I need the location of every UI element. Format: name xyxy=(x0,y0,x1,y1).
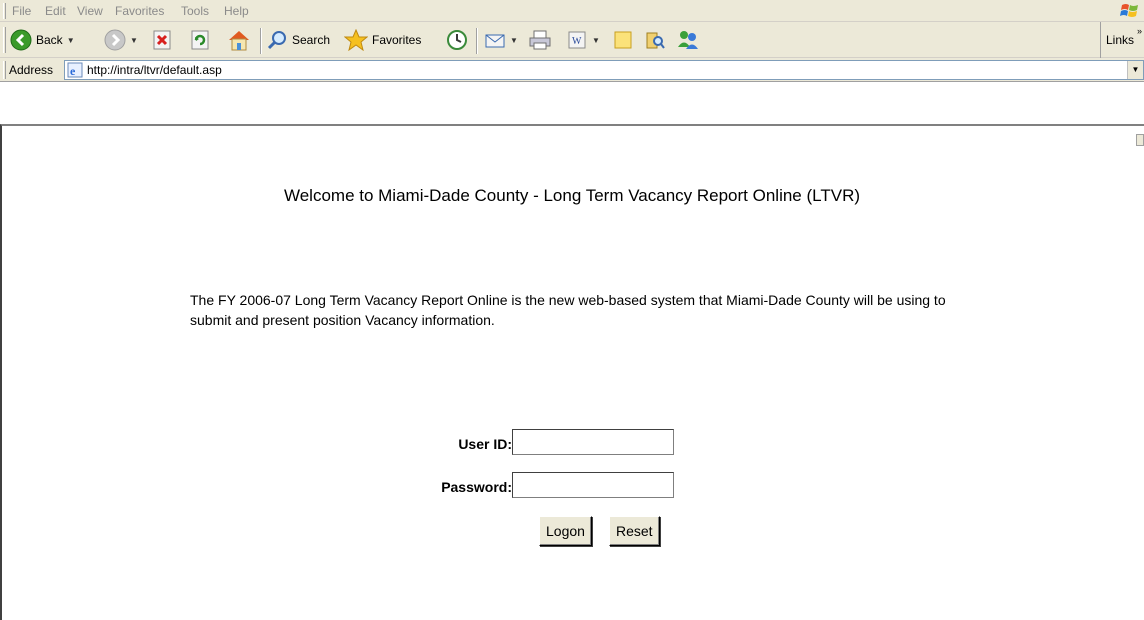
reset-button[interactable]: Reset xyxy=(609,516,660,546)
edit-word-button[interactable]: W ▼ xyxy=(566,28,600,52)
address-url: http://intra/ltvr/default.asp xyxy=(87,63,222,77)
links-label: Links xyxy=(1106,33,1135,47)
back-dropdown-icon[interactable]: ▼ xyxy=(67,36,75,45)
stop-button[interactable] xyxy=(152,28,172,52)
toolbar-grip xyxy=(3,27,6,53)
messenger-button[interactable] xyxy=(676,28,700,52)
toolbar-separator xyxy=(260,28,262,54)
messenger-icon xyxy=(678,31,698,49)
mail-dropdown-icon[interactable]: ▼ xyxy=(510,36,518,45)
favorites-button[interactable]: Favorites xyxy=(344,28,421,52)
home-icon xyxy=(229,31,249,51)
history-icon xyxy=(447,30,467,50)
history-button[interactable] xyxy=(446,28,468,52)
research-button[interactable] xyxy=(644,28,666,52)
user-id-input[interactable] xyxy=(512,429,674,455)
menu-view[interactable]: View xyxy=(77,4,103,18)
forward-arrow-icon xyxy=(104,29,126,51)
password-label: Password: xyxy=(441,479,512,495)
intro-paragraph: The FY 2006-07 Long Term Vacancy Report … xyxy=(190,292,946,328)
print-button[interactable] xyxy=(528,28,552,52)
forward-button[interactable]: ▼ xyxy=(104,28,138,52)
refresh-icon xyxy=(191,30,209,50)
standard-toolbar: Back ▼ ▼ Search Favorites ▼ W ▼ Links » xyxy=(0,22,1144,58)
address-field[interactable]: e http://intra/ltvr/default.asp ▼ xyxy=(64,60,1144,80)
back-button[interactable]: Back ▼ xyxy=(10,28,75,52)
stop-icon xyxy=(153,30,171,50)
password-input[interactable] xyxy=(512,472,674,498)
menu-favorites[interactable]: Favorites xyxy=(115,4,164,18)
mail-button[interactable]: ▼ xyxy=(484,28,518,52)
research-icon xyxy=(646,32,665,49)
scrollbar-thumb[interactable] xyxy=(1136,134,1144,146)
address-label: Address xyxy=(9,63,54,77)
discuss-button[interactable] xyxy=(612,28,634,52)
home-button[interactable] xyxy=(226,28,252,52)
links-toolbar[interactable]: Links » xyxy=(1100,22,1144,58)
note-icon xyxy=(614,31,632,49)
address-dropdown-icon[interactable]: ▼ xyxy=(1127,61,1143,79)
search-label: Search xyxy=(292,33,331,47)
word-document-icon: W xyxy=(568,31,586,49)
user-id-label: User ID: xyxy=(458,436,512,452)
edit-dropdown-icon[interactable]: ▼ xyxy=(592,36,600,45)
menu-bar: File Edit View Favorites Tools Help xyxy=(0,0,1144,22)
page-title: Welcome to Miami-Dade County - Long Term… xyxy=(283,186,861,205)
address-bar: Address e http://intra/ltvr/default.asp … xyxy=(0,58,1144,82)
logon-button[interactable]: Logon xyxy=(539,516,592,546)
mail-icon xyxy=(485,34,505,48)
menu-file[interactable]: File xyxy=(12,4,31,18)
menu-edit[interactable]: Edit xyxy=(45,4,66,18)
svg-text:e: e xyxy=(70,64,76,78)
toolbar-separator xyxy=(476,28,478,54)
back-arrow-icon xyxy=(10,29,32,51)
print-icon xyxy=(529,30,551,50)
svg-text:W: W xyxy=(572,36,582,47)
forward-dropdown-icon[interactable]: ▼ xyxy=(130,36,138,45)
page-content: Welcome to Miami-Dade County - Long Term… xyxy=(0,124,1144,620)
menu-bar-grip xyxy=(3,3,6,19)
windows-logo-icon xyxy=(1120,4,1138,17)
ie-page-icon: e xyxy=(67,62,83,78)
favorites-star-icon xyxy=(344,29,368,51)
back-label: Back xyxy=(36,33,63,47)
favorites-label: Favorites xyxy=(372,33,422,47)
links-chevron-icon[interactable]: » xyxy=(1137,26,1142,36)
menu-tools[interactable]: Tools xyxy=(181,4,209,18)
refresh-button[interactable] xyxy=(190,28,210,52)
address-bar-grip xyxy=(3,61,6,79)
search-icon xyxy=(267,31,286,50)
search-button[interactable]: Search xyxy=(266,28,330,52)
menu-help[interactable]: Help xyxy=(224,4,249,18)
